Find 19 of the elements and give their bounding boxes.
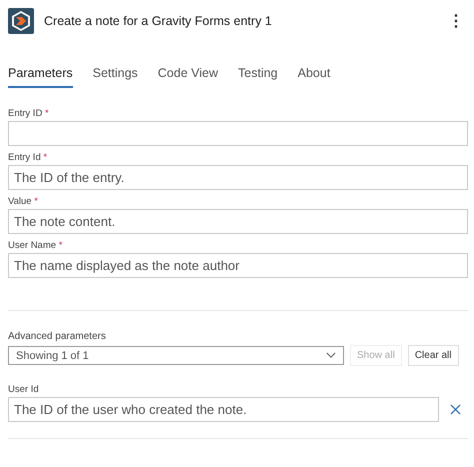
section-label: Advanced parameters	[8, 331, 107, 342]
input-field[interactable]: The ID of the user who created the note.	[8, 397, 439, 422]
parameters-dropdown[interactable]: Showing 1 of 1	[8, 346, 344, 365]
tab[interactable]: Parameters	[8, 66, 73, 88]
field-label: Entry ID *	[8, 108, 50, 119]
input-field[interactable]: The ID of the entry.	[8, 165, 468, 190]
tab[interactable]: About	[298, 66, 330, 88]
input-field[interactable]: The note content.	[8, 209, 468, 234]
input-field[interactable]: The name displayed as the note author	[8, 253, 468, 278]
action-button[interactable]: Clear all	[408, 345, 458, 366]
tab[interactable]: Testing	[238, 66, 278, 88]
field-label: Value *	[8, 196, 39, 207]
field-label: User Name *	[8, 240, 64, 251]
action-title: Create a note for a Gravity Forms entry 1	[44, 14, 273, 28]
tab[interactable]: Code View	[158, 66, 218, 88]
tab[interactable]: Settings	[92, 66, 138, 88]
field-label: User Id	[8, 384, 40, 395]
more-options-button[interactable]: ⋮	[444, 10, 468, 30]
field-label: Entry Id *	[8, 152, 48, 163]
